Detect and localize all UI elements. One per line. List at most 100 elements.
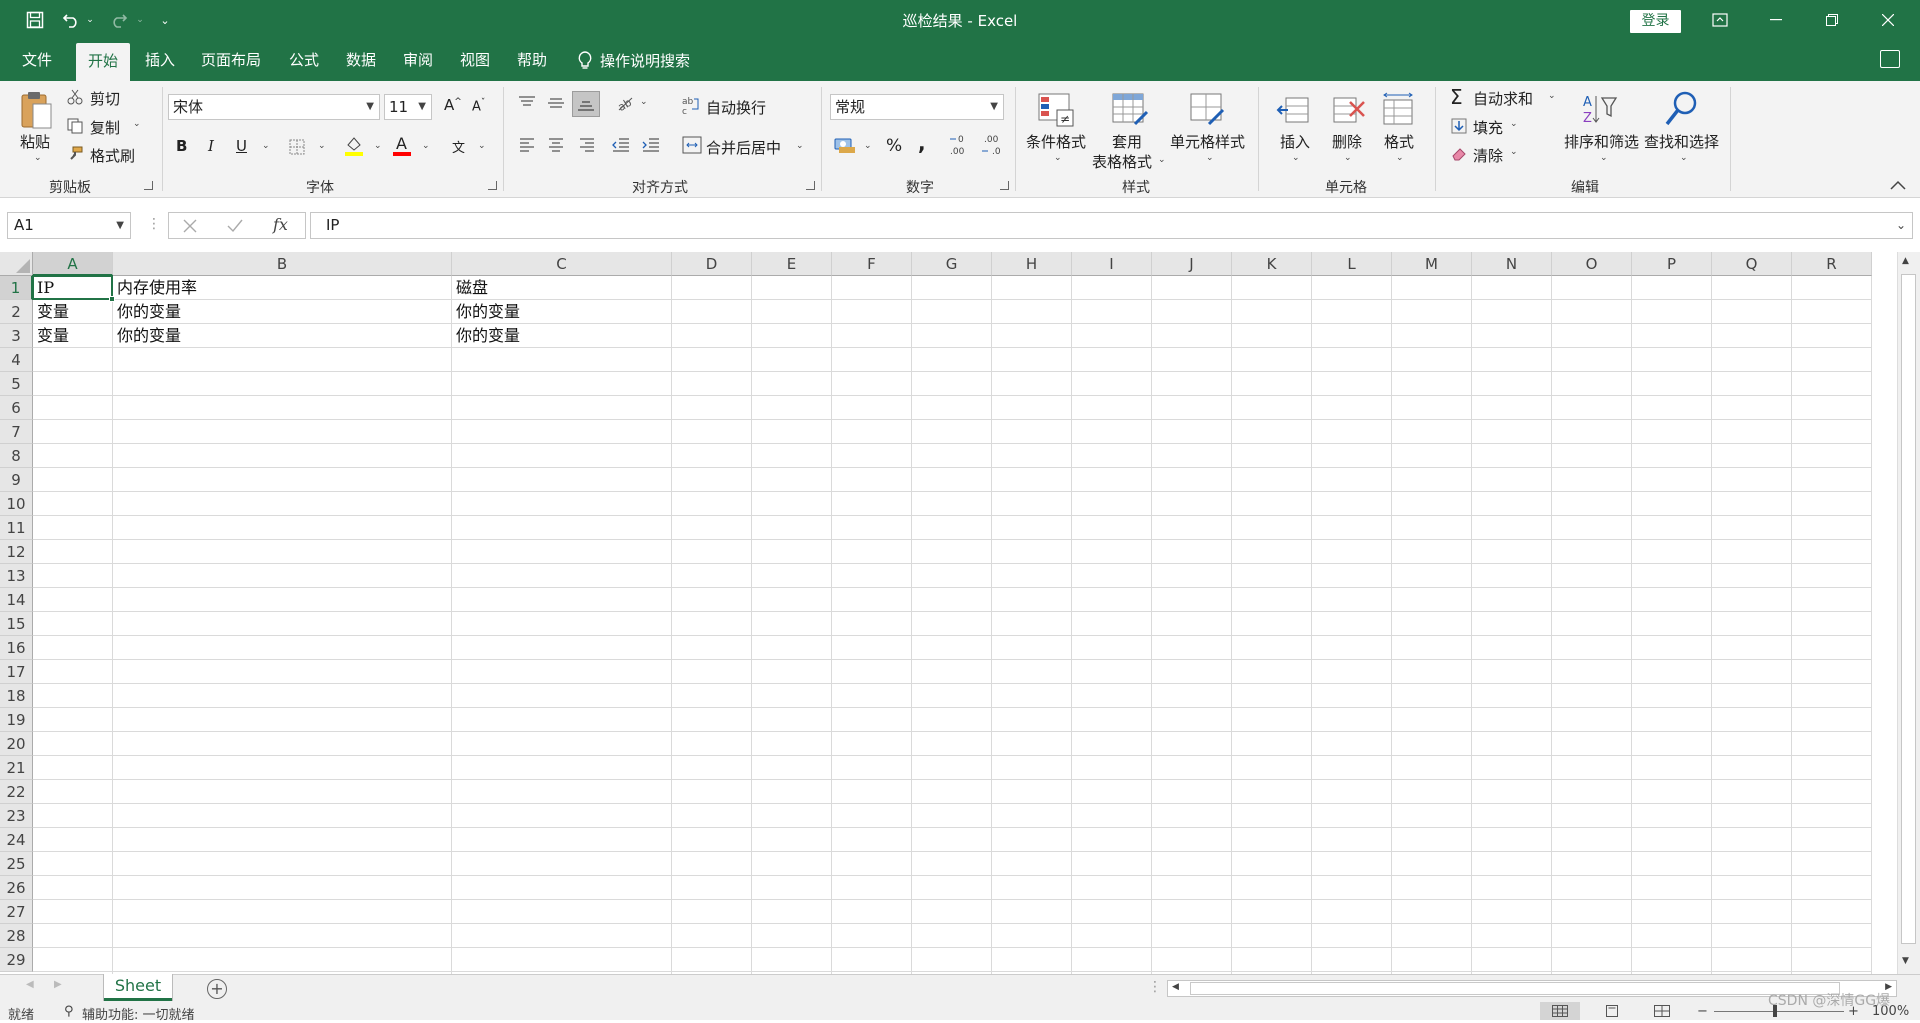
fill-color-dropdown-icon[interactable]: ⌄ xyxy=(374,141,382,151)
find-select-button[interactable]: 查找和选择 xyxy=(1644,131,1719,152)
increase-decimal-icon[interactable]: 0.00 xyxy=(948,133,974,157)
sheet-tab[interactable]: Sheet xyxy=(104,974,172,1001)
page-break-view-icon[interactable] xyxy=(1654,1005,1670,1021)
paste-label[interactable]: 粘贴 xyxy=(20,131,50,152)
cell[interactable]: 内存使用率 xyxy=(113,276,452,300)
font-name-select[interactable]: 宋体 ▼ xyxy=(168,94,380,120)
align-bottom-icon[interactable] xyxy=(572,91,600,117)
alignment-launcher-icon[interactable] xyxy=(806,181,815,190)
row-header[interactable]: 1 xyxy=(0,276,33,300)
close-icon[interactable] xyxy=(1860,0,1916,40)
tab-split-handle[interactable]: ⋮ xyxy=(1148,979,1162,995)
cell[interactable]: 你的变量 xyxy=(452,300,672,324)
row-header[interactable]: 6 xyxy=(0,396,33,420)
autosum-dropdown-icon[interactable]: ⌄ xyxy=(1548,91,1556,101)
clear-dropdown-icon[interactable]: ⌄ xyxy=(1510,147,1518,157)
format-as-table-button[interactable]: 表格格式 xyxy=(1092,151,1152,172)
add-sheet-button[interactable]: + xyxy=(207,979,227,999)
fill-dropdown-icon[interactable]: ⌄ xyxy=(1510,119,1518,129)
cell[interactable]: 你的变量 xyxy=(113,324,452,348)
row-header[interactable]: 7 xyxy=(0,420,33,444)
font-color-dropdown-icon[interactable]: ⌄ xyxy=(422,141,430,151)
tab-file[interactable]: 文件 xyxy=(12,40,62,81)
delete-cells-button[interactable]: 删除 xyxy=(1332,131,1362,152)
formula-input[interactable]: IP ⌄ xyxy=(310,212,1913,239)
underline-dropdown-icon[interactable]: ⌄ xyxy=(262,141,270,151)
cell[interactable]: 你的变量 xyxy=(113,300,452,324)
column-header[interactable]: D xyxy=(672,252,752,276)
paste-dropdown-icon[interactable]: ⌄ xyxy=(34,153,42,163)
row-header[interactable]: 26 xyxy=(0,876,33,900)
row-header[interactable]: 15 xyxy=(0,612,33,636)
vertical-scroll-thumb[interactable] xyxy=(1901,274,1916,944)
scroll-down-icon[interactable]: ▼ xyxy=(1902,956,1909,966)
row-header[interactable]: 4 xyxy=(0,348,33,372)
insert-cells-button[interactable]: 插入 xyxy=(1280,131,1310,152)
increase-indent-icon[interactable] xyxy=(640,135,662,155)
row-header[interactable]: 22 xyxy=(0,780,33,804)
chevron-down-icon[interactable]: ▼ xyxy=(116,213,124,238)
enter-icon[interactable] xyxy=(227,219,243,233)
comments-icon[interactable] xyxy=(1880,50,1900,68)
insert-function-icon[interactable]: fx xyxy=(273,215,288,234)
row-header[interactable]: 17 xyxy=(0,660,33,684)
vertical-scrollbar[interactable]: ▲ ▼ xyxy=(1897,252,1920,974)
tab-formulas[interactable]: 公式 xyxy=(280,40,328,81)
decrease-indent-icon[interactable] xyxy=(610,135,632,155)
row-header[interactable]: 11 xyxy=(0,516,33,540)
column-header[interactable]: M xyxy=(1392,252,1472,276)
align-right-icon[interactable] xyxy=(576,135,598,155)
row-header[interactable]: 9 xyxy=(0,468,33,492)
orientation-icon[interactable]: ab xyxy=(614,93,636,113)
decrease-decimal-icon[interactable]: .00.0 xyxy=(980,133,1006,157)
accounting-format-icon[interactable] xyxy=(834,135,856,155)
align-center-icon[interactable] xyxy=(545,135,567,155)
font-color-icon[interactable]: A xyxy=(392,134,412,157)
column-header[interactable]: L xyxy=(1312,252,1392,276)
row-header[interactable]: 12 xyxy=(0,540,33,564)
more-options-icon[interactable]: ⋮ xyxy=(147,216,161,232)
expand-formula-bar-icon[interactable]: ⌄ xyxy=(1896,213,1906,238)
cell[interactable]: 磁盘 xyxy=(452,276,672,300)
column-header[interactable]: A xyxy=(33,252,113,276)
row-header[interactable]: 23 xyxy=(0,804,33,828)
autosum-button[interactable]: 自动求和 xyxy=(1473,88,1533,109)
row-header[interactable]: 3 xyxy=(0,324,33,348)
page-layout-view-icon[interactable] xyxy=(1604,1005,1620,1021)
align-left-icon[interactable] xyxy=(516,135,538,155)
clear-button[interactable]: 清除 xyxy=(1473,145,1503,166)
comma-button[interactable]: , xyxy=(918,131,926,155)
tab-home[interactable]: 开始 xyxy=(76,43,130,81)
paste-icon[interactable] xyxy=(18,89,54,131)
scroll-left-icon[interactable]: ◀ xyxy=(1172,982,1179,992)
worksheet-grid[interactable]: A B C D E F G H I J K L M N O P Q R 1 2 3 4 5 6 7 8 9 10 11 12 13 14 15 1… xyxy=(0,252,1900,974)
name-box[interactable]: A1 ▼ xyxy=(7,212,131,239)
row-header[interactable]: 29 xyxy=(0,948,33,972)
format-as-table-line1[interactable]: 套用 xyxy=(1112,131,1142,152)
tab-page-layout[interactable]: 页面布局 xyxy=(196,40,266,81)
cell-styles-button[interactable]: 单元格样式 xyxy=(1170,131,1245,152)
tab-review[interactable]: 审阅 xyxy=(394,40,442,81)
row-header[interactable]: 5 xyxy=(0,372,33,396)
cell[interactable]: 变量 xyxy=(33,300,113,324)
row-header[interactable]: 10 xyxy=(0,492,33,516)
zoom-slider[interactable] xyxy=(1714,1011,1844,1012)
borders-dropdown-icon[interactable]: ⌄ xyxy=(318,141,326,151)
conditional-formatting-button[interactable]: 条件格式 xyxy=(1026,131,1086,152)
format-dropdown-icon[interactable]: ⌄ xyxy=(1396,153,1404,163)
column-header[interactable]: R xyxy=(1792,252,1872,276)
bold-button[interactable]: B xyxy=(176,137,187,155)
cut-button[interactable]: 剪切 xyxy=(90,88,120,109)
accessibility-status[interactable]: 辅助功能: 一切就绪 xyxy=(82,1004,195,1023)
tell-me-search[interactable]: 操作说明搜索 xyxy=(578,40,690,81)
row-header[interactable]: 18 xyxy=(0,684,33,708)
column-header[interactable]: K xyxy=(1232,252,1312,276)
borders-icon[interactable] xyxy=(288,138,306,156)
font-size-select[interactable]: 11 ▼ xyxy=(384,94,432,120)
format-cells-button[interactable]: 格式 xyxy=(1384,131,1414,152)
fill-button[interactable]: 填充 xyxy=(1473,117,1503,138)
row-header[interactable]: 24 xyxy=(0,828,33,852)
sort-filter-button[interactable]: 排序和筛选 xyxy=(1564,131,1639,152)
insert-dropdown-icon[interactable]: ⌄ xyxy=(1292,153,1300,163)
conditional-dropdown-icon[interactable]: ⌄ xyxy=(1054,153,1062,163)
